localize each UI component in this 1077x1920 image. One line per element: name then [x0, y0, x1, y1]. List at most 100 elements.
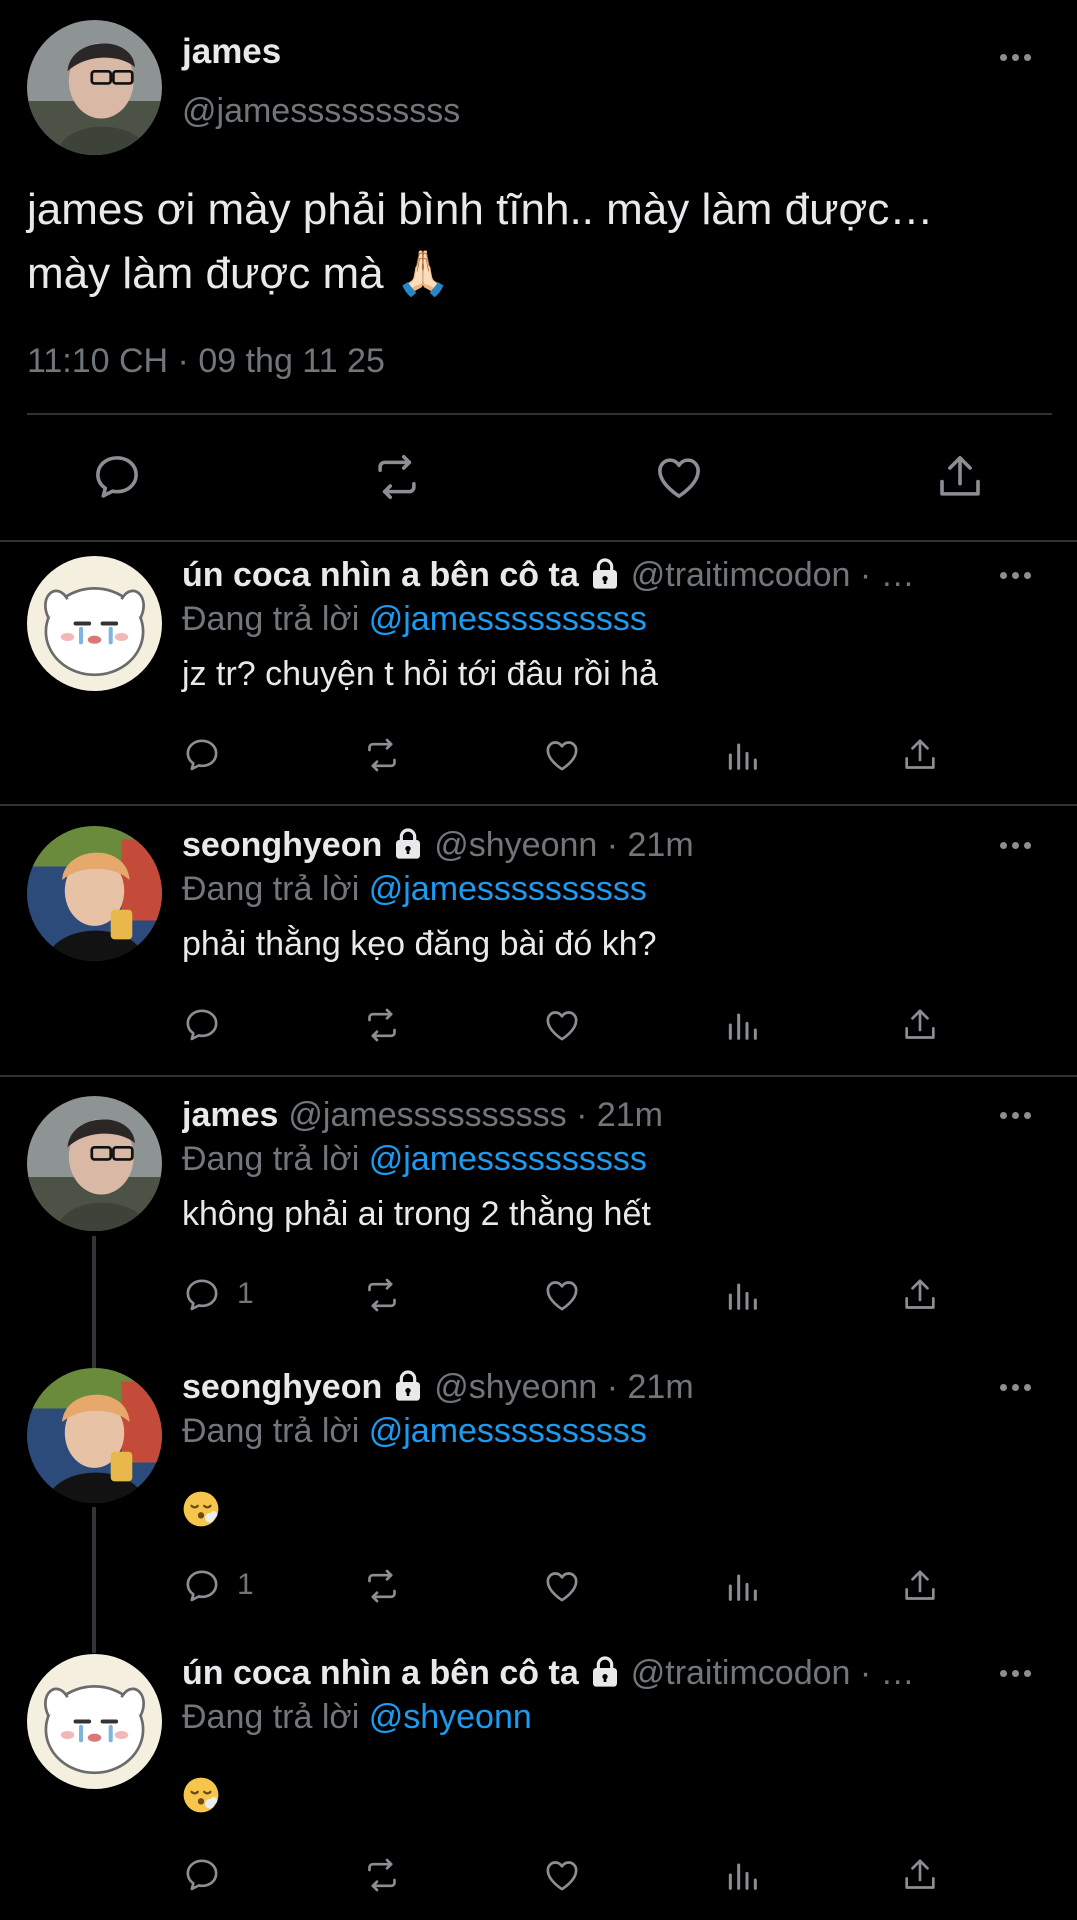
author-handle[interactable]: @shyeonn	[434, 1368, 597, 1406]
folded-hands-emoji: 🙏🏻	[395, 249, 451, 298]
avatar-image	[27, 556, 162, 691]
reply-count: 1	[237, 1277, 254, 1310]
lock-icon	[589, 1656, 621, 1688]
like-icon[interactable]	[542, 1566, 582, 1606]
avatar[interactable]	[27, 20, 162, 155]
reply-icon[interactable]	[182, 1855, 222, 1895]
like-icon[interactable]	[542, 1855, 582, 1895]
like-icon[interactable]	[652, 450, 706, 504]
avatar[interactable]	[27, 826, 162, 961]
avatar[interactable]	[27, 1654, 162, 1789]
author-handle[interactable]: @jamessssssssss	[182, 92, 460, 131]
mention-link[interactable]: @jamessssssssss	[369, 1412, 647, 1450]
author-handle[interactable]: @jamessssssssss	[288, 1096, 566, 1134]
replying-label: Đang trả lời	[182, 1698, 360, 1736]
reply-icon[interactable]: 1	[182, 1566, 254, 1606]
reply-icon[interactable]	[90, 450, 144, 504]
reply-icon[interactable]	[182, 1005, 222, 1045]
author-name[interactable]: james	[182, 32, 281, 72]
divider	[27, 413, 1052, 415]
lock-icon	[392, 1370, 424, 1402]
reply-time: · 21m	[597, 1368, 694, 1406]
mention-link[interactable]: @jamessssssssss	[369, 1140, 647, 1178]
share-icon[interactable]	[900, 1005, 940, 1045]
share-icon[interactable]	[900, 1855, 940, 1895]
tweet-text-line-1: james ơi mày phải bình tĩnh.. mày làm đư…	[27, 185, 934, 234]
replying-label: Đang trả lời	[182, 1412, 360, 1450]
author-name[interactable]: ún coca nhìn a bên cô ta	[182, 556, 579, 594]
more-options-icon[interactable]	[1000, 836, 1036, 854]
more-options-icon[interactable]	[1000, 1106, 1036, 1124]
retweet-icon[interactable]	[362, 735, 402, 775]
more-options-icon[interactable]	[1000, 566, 1036, 584]
reply-tweet[interactable]: seonghyeon @shyeonn · 21m Đang trả lời @j…	[0, 810, 1077, 1080]
reply-header: ún coca nhìn a bên cô ta @traitimcodon · …	[182, 556, 1012, 600]
reply-time: · 21m	[597, 826, 694, 864]
avatar-image	[27, 20, 162, 155]
like-icon[interactable]	[542, 1275, 582, 1315]
avatar[interactable]	[27, 1368, 162, 1503]
like-icon[interactable]	[542, 735, 582, 775]
reply-header: ún coca nhìn a bên cô ta @traitimcodon · …	[182, 1654, 1012, 1698]
mention-link[interactable]: @jamessssssssss	[369, 600, 647, 638]
author-handle[interactable]: @traitimcodon	[631, 1654, 851, 1692]
reply-text: không phải ai trong 2 thằng hết	[182, 1195, 651, 1233]
reply-text: jz tr? chuyện t hỏi tới đâu rồi hả	[182, 655, 658, 693]
reply-tweet[interactable]: james @jamessssssssss · 21m Đang trả lời …	[0, 1080, 1077, 1350]
retweet-icon[interactable]	[370, 450, 424, 504]
face-exhaling-emoji	[182, 1776, 220, 1819]
avatar[interactable]	[27, 556, 162, 691]
tweet-text-line-2: mày làm được mà 🙏🏻	[27, 242, 1047, 306]
mention-link[interactable]: @jamessssssssss	[369, 870, 647, 908]
retweet-icon[interactable]	[362, 1566, 402, 1606]
share-icon[interactable]	[900, 1566, 940, 1606]
reply-actions	[182, 735, 942, 775]
retweet-icon[interactable]	[362, 1005, 402, 1045]
views-icon[interactable]	[722, 1275, 762, 1315]
more-options-icon[interactable]	[1000, 1378, 1036, 1396]
author-name[interactable]: james	[182, 1096, 278, 1134]
author-handle[interactable]: @shyeonn	[434, 826, 597, 864]
more-options-icon[interactable]	[1000, 48, 1036, 66]
reply-icon[interactable]: 1	[182, 1275, 254, 1315]
views-icon[interactable]	[722, 1855, 762, 1895]
mention-link[interactable]: @shyeonn	[369, 1698, 532, 1736]
tweet-text-line-2-words: mày làm được mà	[27, 249, 384, 298]
lock-icon	[392, 828, 424, 860]
author-name[interactable]: seonghyeon	[182, 826, 382, 864]
reply-time: · …	[850, 556, 915, 594]
author-handle[interactable]: @traitimcodon	[631, 556, 851, 594]
replying-to: Đang trả lời @jamessssssssss	[182, 1140, 647, 1179]
reply-tweet[interactable]: ún coca nhìn a bên cô ta @traitimcodon · …	[0, 1638, 1077, 1908]
retweet-icon[interactable]	[362, 1855, 402, 1895]
views-icon[interactable]	[722, 1566, 762, 1606]
tweet-text: james ơi mày phải bình tĩnh.. mày làm đư…	[27, 178, 1047, 306]
replying-to: Đang trả lời @jamessssssssss	[182, 600, 647, 639]
share-icon[interactable]	[900, 1275, 940, 1315]
views-icon[interactable]	[722, 735, 762, 775]
reply-header: seonghyeon @shyeonn · 21m	[182, 1368, 1012, 1412]
reply-icon[interactable]	[182, 735, 222, 775]
share-icon[interactable]	[900, 735, 940, 775]
author-name[interactable]: ún coca nhìn a bên cô ta	[182, 1654, 579, 1692]
replying-to: Đang trả lời @jamessssssssss	[182, 870, 647, 909]
share-icon[interactable]	[933, 450, 987, 504]
reply-header: seonghyeon @shyeonn · 21m	[182, 826, 1012, 870]
reply-count: 1	[237, 1568, 254, 1601]
like-icon[interactable]	[542, 1005, 582, 1045]
retweet-icon[interactable]	[362, 1275, 402, 1315]
reply-tweet[interactable]: ún coca nhìn a bên cô ta @traitimcodon · …	[0, 540, 1077, 810]
avatar[interactable]	[27, 1096, 162, 1231]
reply-time: · 21m	[566, 1096, 663, 1134]
avatar-image	[27, 1096, 162, 1231]
views-icon[interactable]	[722, 1005, 762, 1045]
avatar-image	[27, 826, 162, 961]
author-name[interactable]: seonghyeon	[182, 1368, 382, 1406]
replying-label: Đang trả lời	[182, 1140, 360, 1178]
replying-label: Đang trả lời	[182, 870, 360, 908]
reply-tweet[interactable]: seonghyeon @shyeonn · 21m Đang trả lời @j…	[0, 1352, 1077, 1622]
more-options-icon[interactable]	[1000, 1664, 1036, 1682]
avatar-image	[27, 1368, 162, 1503]
tweet-timestamp[interactable]: 11:10 CH · 09 thg 11 25	[27, 342, 385, 381]
reply-actions: 1	[182, 1566, 942, 1606]
